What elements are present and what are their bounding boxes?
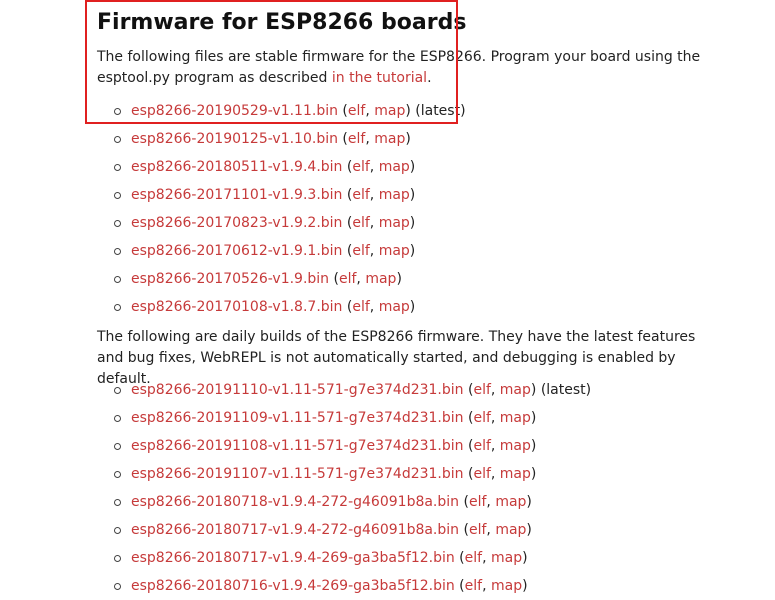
elf-link[interactable]: elf — [352, 299, 369, 315]
firmware-list-item: esp8266-20180718-v1.9.4-272-g46091b8a.bi… — [97, 488, 737, 516]
elf-link[interactable]: elf — [473, 382, 490, 398]
elf-link[interactable]: elf — [352, 159, 369, 175]
stable-intro: The following files are stable firmware … — [97, 47, 737, 89]
firmware-file-link[interactable]: esp8266-20191108-v1.11-571-g7e374d231.bi… — [131, 438, 464, 454]
firmware-file-link[interactable]: esp8266-20191107-v1.11-571-g7e374d231.bi… — [131, 466, 464, 482]
firmware-file-link[interactable]: esp8266-20180717-v1.9.4-272-g46091b8a.bi… — [131, 522, 459, 538]
latest-note: (latest) — [415, 103, 466, 119]
tutorial-link[interactable]: in the tutorial — [332, 70, 427, 86]
firmware-file-link[interactable]: esp8266-20170612-v1.9.1.bin — [131, 243, 342, 259]
elf-link[interactable]: elf — [465, 578, 482, 594]
firmware-file-link[interactable]: esp8266-20170108-v1.8.7.bin — [131, 299, 342, 315]
firmware-file-link[interactable]: esp8266-20180511-v1.9.4.bin — [131, 159, 342, 175]
firmware-list-item: esp8266-20180511-v1.9.4.bin (elf, map) — [97, 153, 737, 181]
map-link[interactable]: map — [500, 466, 531, 482]
bullet-icon — [114, 220, 121, 227]
bullet-icon — [114, 555, 121, 562]
map-link[interactable]: map — [379, 159, 410, 175]
firmware-list-item: esp8266-20180717-v1.9.4-272-g46091b8a.bi… — [97, 516, 737, 544]
firmware-list-item: esp8266-20171101-v1.9.3.bin (elf, map) — [97, 181, 737, 209]
map-link[interactable]: map — [379, 243, 410, 259]
map-link[interactable]: map — [374, 131, 405, 147]
elf-link[interactable]: elf — [348, 131, 365, 147]
firmware-file-link[interactable]: esp8266-20180718-v1.9.4-272-g46091b8a.bi… — [131, 494, 459, 510]
bullet-icon — [114, 387, 121, 394]
elf-link[interactable]: elf — [352, 187, 369, 203]
firmware-file-link[interactable]: esp8266-20170526-v1.9.bin — [131, 271, 329, 287]
firmware-file-link[interactable]: esp8266-20190529-v1.11.bin — [131, 103, 338, 119]
elf-link[interactable]: elf — [352, 243, 369, 259]
firmware-list-item: esp8266-20170823-v1.9.2.bin (elf, map) — [97, 209, 737, 237]
map-link[interactable]: map — [491, 550, 522, 566]
bullet-icon — [114, 443, 121, 450]
elf-link[interactable]: elf — [473, 410, 490, 426]
elf-link[interactable]: elf — [473, 438, 490, 454]
map-link[interactable]: map — [379, 215, 410, 231]
firmware-file-link[interactable]: esp8266-20180717-v1.9.4-269-ga3ba5f12.bi… — [131, 550, 455, 566]
bullet-icon — [114, 108, 121, 115]
firmware-file-link[interactable]: esp8266-20191110-v1.11-571-g7e374d231.bi… — [131, 382, 464, 398]
map-link[interactable]: map — [500, 438, 531, 454]
bullet-icon — [114, 164, 121, 171]
bullet-icon — [114, 136, 121, 143]
firmware-list-item: esp8266-20170108-v1.8.7.bin (elf, map) — [97, 293, 737, 321]
map-link[interactable]: map — [379, 299, 410, 315]
firmware-list-item: esp8266-20191110-v1.11-571-g7e374d231.bi… — [97, 376, 737, 404]
map-link[interactable]: map — [495, 494, 526, 510]
bullet-icon — [114, 304, 121, 311]
map-link[interactable]: map — [495, 522, 526, 538]
map-link[interactable]: map — [379, 187, 410, 203]
firmware-file-link[interactable]: esp8266-20191109-v1.11-571-g7e374d231.bi… — [131, 410, 464, 426]
firmware-list-item: esp8266-20170612-v1.9.1.bin (elf, map) — [97, 237, 737, 265]
bullet-icon — [114, 471, 121, 478]
elf-link[interactable]: elf — [473, 466, 490, 482]
map-link[interactable]: map — [500, 382, 531, 398]
page-title: Firmware for ESP8266 boards — [97, 10, 467, 35]
firmware-file-link[interactable]: esp8266-20170823-v1.9.2.bin — [131, 215, 342, 231]
firmware-list-item: esp8266-20180717-v1.9.4-269-ga3ba5f12.bi… — [97, 544, 737, 572]
bullet-icon — [114, 583, 121, 590]
map-link[interactable]: map — [500, 410, 531, 426]
map-link[interactable]: map — [374, 103, 405, 119]
firmware-list-item: esp8266-20190125-v1.10.bin (elf, map) — [97, 125, 737, 153]
bullet-icon — [114, 276, 121, 283]
firmware-list-item: esp8266-20191109-v1.11-571-g7e374d231.bi… — [97, 404, 737, 432]
bullet-icon — [114, 248, 121, 255]
latest-note: (latest) — [540, 382, 592, 398]
bullet-icon — [114, 499, 121, 506]
stable-firmware-list: esp8266-20190529-v1.11.bin (elf, map) (l… — [97, 97, 737, 321]
elf-link[interactable]: elf — [469, 494, 486, 510]
bullet-icon — [114, 192, 121, 199]
firmware-list-item: esp8266-20191108-v1.11-571-g7e374d231.bi… — [97, 432, 737, 460]
firmware-list-item: esp8266-20170526-v1.9.bin (elf, map) — [97, 265, 737, 293]
daily-firmware-list: esp8266-20191110-v1.11-571-g7e374d231.bi… — [97, 376, 737, 600]
firmware-file-link[interactable]: esp8266-20190125-v1.10.bin — [131, 131, 338, 147]
elf-link[interactable]: elf — [339, 271, 356, 287]
elf-link[interactable]: elf — [465, 550, 482, 566]
firmware-list-item: esp8266-20190529-v1.11.bin (elf, map) (l… — [97, 97, 737, 125]
elf-link[interactable]: elf — [352, 215, 369, 231]
bullet-icon — [114, 527, 121, 534]
map-link[interactable]: map — [491, 578, 522, 594]
elf-link[interactable]: elf — [348, 103, 365, 119]
firmware-list-item: esp8266-20191107-v1.11-571-g7e374d231.bi… — [97, 460, 737, 488]
elf-link[interactable]: elf — [469, 522, 486, 538]
bullet-icon — [114, 415, 121, 422]
firmware-list-item: esp8266-20180716-v1.9.4-269-ga3ba5f12.bi… — [97, 572, 737, 600]
stable-intro-end: . — [427, 70, 432, 86]
firmware-file-link[interactable]: esp8266-20171101-v1.9.3.bin — [131, 187, 342, 203]
map-link[interactable]: map — [365, 271, 396, 287]
firmware-file-link[interactable]: esp8266-20180716-v1.9.4-269-ga3ba5f12.bi… — [131, 578, 455, 594]
